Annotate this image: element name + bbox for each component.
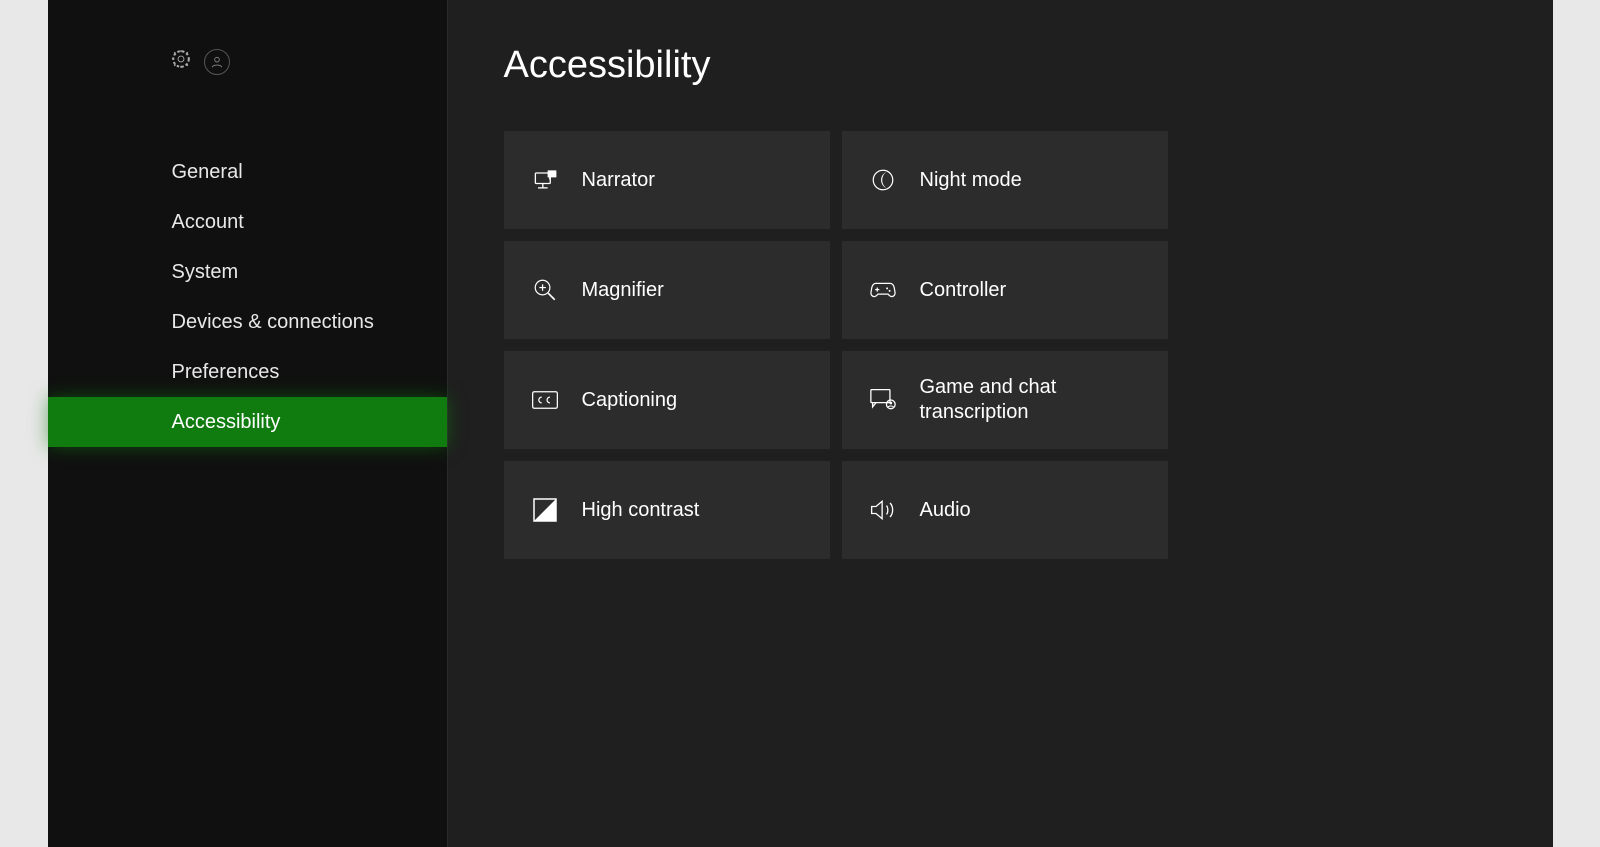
sidebar-item-accessibility[interactable]: Accessibility bbox=[48, 397, 447, 447]
transcription-icon bbox=[868, 385, 898, 415]
audio-icon bbox=[868, 495, 898, 525]
tile-high-contrast[interactable]: High contrast bbox=[504, 461, 830, 559]
magnifier-icon bbox=[530, 275, 560, 305]
tile-audio[interactable]: Audio bbox=[842, 461, 1168, 559]
tile-label: Narrator bbox=[582, 168, 655, 193]
gear-icon[interactable] bbox=[170, 48, 192, 75]
tile-magnifier[interactable]: Magnifier bbox=[504, 241, 830, 339]
night-mode-icon bbox=[868, 165, 898, 195]
profile-avatar-icon[interactable] bbox=[204, 49, 230, 75]
sidebar-nav: General Account System Devices & connect… bbox=[48, 147, 447, 447]
tile-night-mode[interactable]: Night mode bbox=[842, 131, 1168, 229]
tile-controller[interactable]: Controller bbox=[842, 241, 1168, 339]
tile-narrator[interactable]: Narrator bbox=[504, 131, 830, 229]
sidebar-item-label: Preferences bbox=[172, 361, 280, 384]
sidebar-item-label: Devices & connections bbox=[172, 311, 374, 334]
settings-window: General Account System Devices & connect… bbox=[48, 0, 1553, 847]
tile-transcription[interactable]: Game and chat transcription bbox=[842, 351, 1168, 449]
tile-captioning[interactable]: Captioning bbox=[504, 351, 830, 449]
narrator-icon bbox=[530, 165, 560, 195]
sidebar-item-general[interactable]: General bbox=[48, 147, 447, 197]
captioning-icon bbox=[530, 385, 560, 415]
tile-label: Magnifier bbox=[582, 278, 664, 303]
main-content: Accessibility Narrator bbox=[448, 0, 1553, 847]
sidebar-item-label: Account bbox=[172, 211, 244, 234]
sidebar-item-devices[interactable]: Devices & connections bbox=[48, 297, 447, 347]
tile-label: High contrast bbox=[582, 498, 700, 523]
sidebar: General Account System Devices & connect… bbox=[48, 0, 448, 847]
sidebar-item-system[interactable]: System bbox=[48, 247, 447, 297]
tile-label: Controller bbox=[920, 278, 1007, 303]
tile-label: Game and chat transcription bbox=[920, 375, 1142, 425]
sidebar-item-preferences[interactable]: Preferences bbox=[48, 347, 447, 397]
high-contrast-icon bbox=[530, 495, 560, 525]
sidebar-item-account[interactable]: Account bbox=[48, 197, 447, 247]
controller-icon bbox=[868, 275, 898, 305]
tile-label: Captioning bbox=[582, 388, 678, 413]
tile-label: Night mode bbox=[920, 168, 1022, 193]
sidebar-item-label: System bbox=[172, 261, 239, 284]
sidebar-top-icons bbox=[48, 48, 447, 75]
tile-label: Audio bbox=[920, 498, 971, 523]
accessibility-tiles: Narrator Night mode bbox=[504, 131, 1509, 559]
sidebar-item-label: General bbox=[172, 161, 243, 184]
page-title: Accessibility bbox=[504, 44, 1509, 87]
sidebar-item-label: Accessibility bbox=[172, 411, 281, 434]
